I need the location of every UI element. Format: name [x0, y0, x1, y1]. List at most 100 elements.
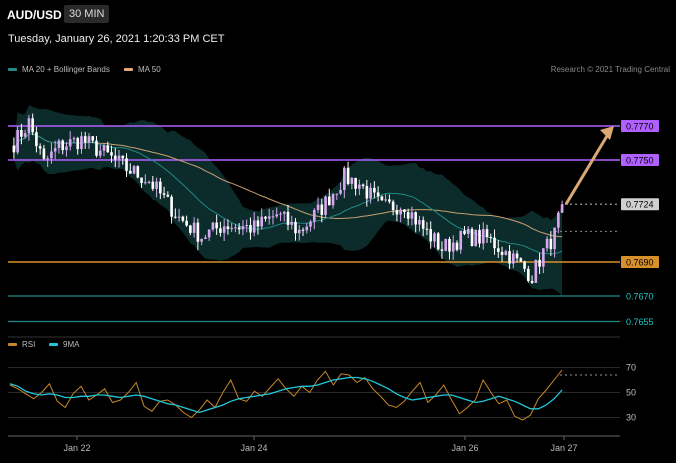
candle-body	[519, 258, 523, 262]
level-label-4: 0.7670	[626, 292, 654, 302]
candle-body	[496, 248, 500, 252]
candle-body	[549, 238, 553, 250]
candle-body	[162, 193, 166, 195]
candle-body	[294, 221, 297, 234]
bollinger-band-fill	[13, 105, 563, 297]
candle-body	[301, 229, 305, 231]
candle-body	[38, 146, 42, 149]
candle-body	[136, 166, 140, 178]
legend-ma20-label: MA 20 + Bollinger Bands	[22, 65, 110, 74]
candle-body	[200, 239, 203, 242]
candle-body	[470, 228, 474, 247]
x-tick-label-3: Jan 27	[550, 443, 577, 453]
candle-body	[132, 166, 136, 174]
candle-body	[459, 230, 463, 250]
candle-body	[515, 253, 519, 259]
candle-body	[560, 204, 564, 213]
candle-body	[391, 201, 395, 211]
candle-body	[331, 194, 335, 206]
ma20-swatch-icon	[8, 68, 17, 71]
candle-body	[16, 130, 19, 153]
candle-body	[388, 199, 391, 202]
candle-body	[143, 182, 147, 184]
legend-rsi-label: RSI	[22, 340, 36, 349]
candle-body	[147, 181, 151, 183]
candle-body	[204, 237, 207, 240]
candle-body	[83, 136, 87, 143]
candle	[444, 238, 448, 252]
candle-body	[414, 212, 417, 225]
candle-body	[523, 261, 526, 269]
candle-body	[410, 212, 414, 219]
candle	[470, 226, 474, 247]
rsi-swatch-icon	[8, 343, 17, 346]
candle-body	[271, 216, 275, 218]
level-label-3: 0.7690	[626, 258, 654, 268]
candle	[474, 229, 478, 247]
legend-ma20: MA 20 + Bollinger Bands	[8, 65, 110, 74]
candle-body	[106, 145, 110, 153]
candle-body	[343, 167, 346, 190]
candle-body	[504, 251, 508, 255]
candle-body	[128, 170, 132, 174]
candle-body	[380, 196, 384, 201]
candle-body	[166, 194, 170, 197]
legend-rsi: RSI	[8, 340, 35, 349]
candle-body	[211, 222, 215, 230]
candle-body	[448, 239, 451, 252]
candle-body	[361, 184, 365, 187]
timeframe-badge[interactable]: 30 MIN	[64, 5, 110, 23]
candle-body	[309, 221, 312, 227]
candle-body	[553, 227, 556, 250]
candle-body	[72, 138, 76, 140]
candle-body	[335, 193, 339, 195]
research-credit: Research © 2021 Trading Central	[550, 65, 670, 74]
candle-body	[207, 229, 211, 238]
candle-body	[350, 177, 354, 184]
candle-body	[297, 229, 301, 234]
candle-body	[237, 227, 241, 230]
candle-body	[463, 230, 466, 234]
candle-body	[395, 210, 399, 215]
candle-body	[155, 181, 158, 189]
candle-body	[451, 242, 455, 252]
candle-body	[403, 209, 406, 213]
candle-body	[466, 228, 470, 234]
candle	[560, 200, 564, 214]
legend-9ma: 9MA	[49, 340, 79, 349]
candle-body	[275, 214, 279, 217]
candle-body	[406, 212, 410, 219]
candle-body	[455, 242, 459, 250]
candle-body	[508, 251, 511, 264]
candle-body	[125, 158, 128, 171]
candle-body	[256, 220, 260, 227]
candle-body	[215, 222, 218, 229]
candle	[16, 126, 19, 155]
candle-body	[530, 280, 534, 283]
candle-body	[282, 211, 286, 214]
rsi-tick-1: 50	[626, 388, 636, 398]
candle-body	[68, 139, 72, 147]
candle-body	[87, 136, 91, 143]
candle-body	[80, 136, 83, 150]
projection-arrow	[564, 126, 614, 205]
level-label-5: 0.7655	[626, 317, 654, 327]
candle	[327, 188, 331, 206]
candle-body	[534, 259, 538, 283]
candle-body	[140, 177, 143, 183]
candle-body	[219, 228, 222, 233]
candle-body	[98, 150, 102, 156]
candle-body	[110, 152, 113, 156]
rsi-9ma-line	[9, 376, 563, 414]
rsi-panel: 30 50 70	[8, 363, 636, 423]
x-tick-label-2: Jan 26	[451, 443, 478, 453]
candle-body	[27, 118, 31, 134]
candle-body	[399, 209, 402, 215]
x-tick-label-0: Jan 22	[63, 443, 90, 453]
candle-body	[267, 216, 271, 219]
candle-body	[42, 148, 46, 159]
candle	[170, 194, 173, 224]
candle-body	[316, 204, 320, 211]
candle-body	[286, 211, 290, 225]
candle-body	[376, 192, 380, 197]
